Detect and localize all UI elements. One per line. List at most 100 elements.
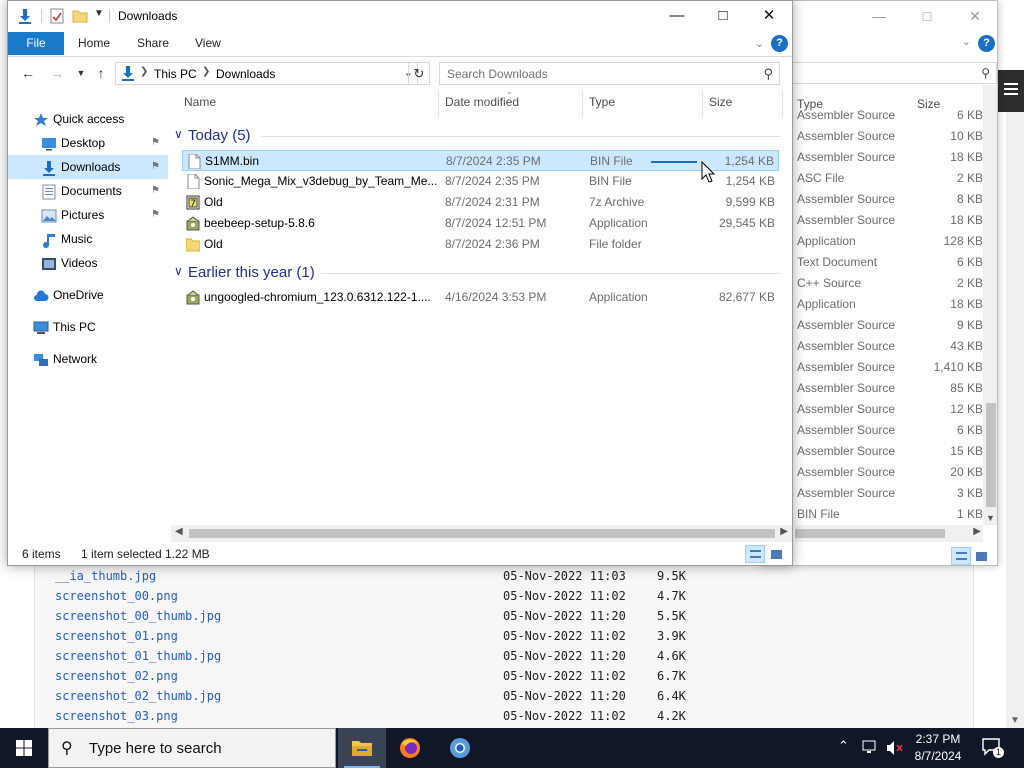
- search-box[interactable]: ⚲: [439, 62, 780, 85]
- file-row[interactable]: ungoogled-chromium_123.0.6312.122-1.... 4…: [182, 287, 779, 308]
- file-row[interactable]: Assembler Source 43 KB: [795, 336, 985, 357]
- column-type[interactable]: Type: [589, 95, 615, 113]
- listing-file-link[interactable]: screenshot_03.png: [55, 706, 178, 726]
- address-bar[interactable]: ❯ This PC ❯ Downloads ⌄: [115, 62, 418, 85]
- breadcrumb-this-pc[interactable]: This PC: [154, 67, 197, 81]
- sidebar-item-onedrive[interactable]: OneDrive: [8, 283, 168, 307]
- customize-toolbar-icon[interactable]: ▼: [94, 8, 104, 19]
- maximize-button[interactable]: □: [700, 1, 746, 31]
- breadcrumb-downloads[interactable]: Downloads: [216, 67, 275, 81]
- scroll-down-icon[interactable]: ▼: [986, 513, 995, 523]
- file-explorer-taskbar-button[interactable]: [338, 728, 386, 768]
- listing-file-link[interactable]: __ia_thumb.jpg: [55, 566, 156, 586]
- expand-ribbon-icon[interactable]: ⌄: [755, 37, 764, 50]
- file-row[interactable]: beebeep-setup-5.8.6 8/7/2024 12:51 PM Appl…: [182, 213, 779, 234]
- file-row[interactable]: Assembler Source 1,410 KB: [795, 357, 985, 378]
- file-row[interactable]: Sonic_Mega_Mix_v3debug_by_Team_Me... 8/7/…: [182, 171, 779, 192]
- volume-muted-icon[interactable]: [886, 740, 904, 756]
- file-row[interactable]: BIN File 1 KB: [795, 504, 985, 525]
- browser-menu-button[interactable]: [998, 70, 1024, 112]
- file-row[interactable]: Assembler Source 3 KB: [795, 483, 985, 504]
- column-date-modified[interactable]: Date modified: [445, 95, 519, 113]
- chromium-taskbar-button[interactable]: [436, 728, 484, 768]
- file-row[interactable]: Assembler Source 8 KB: [795, 189, 985, 210]
- clock[interactable]: 2:37 PM 8/7/2024: [908, 731, 968, 765]
- file-row[interactable]: Application 18 KB: [795, 294, 985, 315]
- chevron-right-icon[interactable]: ❯: [140, 66, 148, 77]
- sidebar-item-documents[interactable]: Documents ⚑: [8, 179, 168, 203]
- scroll-right-icon[interactable]: ▶: [780, 526, 788, 537]
- refresh-button[interactable]: ↻: [408, 62, 430, 85]
- file-row[interactable]: Old 8/7/2024 2:36 PM File folder: [182, 234, 779, 255]
- scroll-thumb[interactable]: [795, 529, 945, 538]
- column-name[interactable]: Name: [184, 95, 216, 113]
- sidebar-item-pictures[interactable]: Pictures ⚑: [8, 203, 168, 227]
- minimize-button[interactable]: —: [856, 1, 902, 31]
- sidebar-item-downloads[interactable]: Downloads ⚑: [8, 155, 168, 179]
- file-row[interactable]: Assembler Source 20 KB: [795, 462, 985, 483]
- scroll-right-icon[interactable]: ▶: [973, 526, 981, 537]
- listing-file-link[interactable]: screenshot_01_thumb.jpg: [55, 646, 221, 666]
- file-row[interactable]: C++ Source 2 KB: [795, 273, 985, 294]
- properties-icon[interactable]: [49, 8, 65, 24]
- search-input[interactable]: [447, 66, 747, 82]
- file-row[interactable]: Assembler Source 18 KB: [795, 210, 985, 231]
- file-row[interactable]: Assembler Source 6 KB: [795, 105, 985, 126]
- help-icon[interactable]: ?: [771, 35, 788, 52]
- chevron-down-icon[interactable]: ⌄: [962, 35, 971, 48]
- listing-file-link[interactable]: screenshot_01.png: [55, 626, 178, 646]
- network-icon[interactable]: [862, 740, 880, 756]
- back-button[interactable]: ←: [17, 62, 39, 84]
- file-row[interactable]: Assembler Source 18 KB: [795, 147, 985, 168]
- forward-button[interactable]: →: [46, 62, 68, 84]
- firefox-taskbar-button[interactable]: [386, 728, 434, 768]
- close-button[interactable]: ✕: [952, 1, 997, 31]
- page-scrollbar[interactable]: ▼: [1006, 112, 1024, 728]
- explorer-window[interactable]: ▼ Downloads — □ ✕ File Home Share View ⌄…: [7, 0, 793, 566]
- listing-file-link[interactable]: screenshot_00_thumb.jpg: [55, 606, 221, 626]
- listing-file-link[interactable]: screenshot_02.png: [55, 666, 178, 686]
- file-row[interactable]: Old 8/7/2024 2:31 PM 7z Archive 9,599 KB: [182, 192, 779, 213]
- tab-share[interactable]: Share: [137, 32, 169, 55]
- scroll-thumb[interactable]: [986, 403, 996, 507]
- large-icons-view-button[interactable]: [766, 545, 786, 563]
- details-view-button[interactable]: [745, 545, 765, 563]
- sidebar-item-network[interactable]: Network: [8, 347, 168, 371]
- horizontal-scrollbar[interactable]: ◀ ▶: [171, 525, 792, 542]
- search-input[interactable]: ⚲: [791, 62, 997, 84]
- large-icons-view-button[interactable]: [971, 547, 991, 565]
- start-button[interactable]: [0, 728, 48, 768]
- recent-locations-icon[interactable]: ▼: [70, 62, 92, 84]
- chevron-right-icon[interactable]: ❯: [202, 66, 210, 77]
- scroll-left-icon[interactable]: ◀: [175, 526, 183, 537]
- background-explorer-window[interactable]: — □ ✕ ⌄ ? ⚲ Type Size Assembler Source 6 …: [760, 0, 998, 566]
- sidebar-item-this-pc[interactable]: This PC: [8, 315, 168, 339]
- file-row[interactable]: Assembler Source 12 KB: [795, 399, 985, 420]
- pin-icon[interactable]: ⚑: [151, 179, 160, 203]
- pin-icon[interactable]: ⚑: [151, 203, 160, 227]
- column-size[interactable]: Size: [709, 95, 732, 113]
- file-row[interactable]: Assembler Source 9 KB: [795, 315, 985, 336]
- sidebar-item-quick-access[interactable]: Quick access: [8, 107, 168, 131]
- maximize-button[interactable]: □: [904, 1, 950, 31]
- sidebar-item-desktop[interactable]: Desktop ⚑: [8, 131, 168, 155]
- up-button[interactable]: ↑: [90, 62, 112, 84]
- pin-icon[interactable]: ⚑: [151, 155, 160, 179]
- close-button[interactable]: ✕: [746, 1, 792, 31]
- file-row[interactable]: Assembler Source 15 KB: [795, 441, 985, 462]
- help-icon[interactable]: ?: [978, 35, 995, 52]
- file-row[interactable]: Assembler Source 85 KB: [795, 378, 985, 399]
- show-hidden-icons-icon[interactable]: ⌃: [838, 738, 849, 754]
- notification-center-button[interactable]: 1: [982, 738, 1004, 758]
- group-header[interactable]: ∨ Earlier this year (1): [171, 262, 781, 284]
- scroll-down-icon[interactable]: ▼: [1010, 715, 1020, 726]
- details-view-button[interactable]: [951, 547, 971, 565]
- tab-home[interactable]: Home: [78, 32, 110, 55]
- taskbar-search[interactable]: ⚲ Type here to search: [48, 728, 336, 768]
- scroll-thumb[interactable]: [189, 529, 775, 538]
- file-row[interactable]: Assembler Source 6 KB: [795, 420, 985, 441]
- sidebar-item-videos[interactable]: Videos: [8, 251, 168, 275]
- chevron-down-icon[interactable]: ∨: [174, 264, 183, 278]
- file-row[interactable]: Assembler Source 10 KB: [795, 126, 985, 147]
- tab-file[interactable]: File: [8, 32, 64, 55]
